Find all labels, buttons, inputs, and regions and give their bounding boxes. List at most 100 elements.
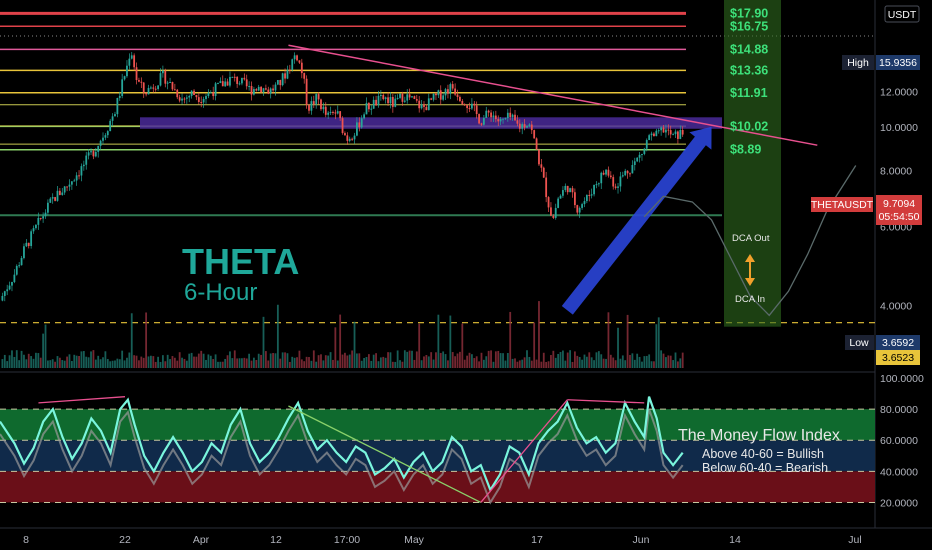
- volume-bar: [363, 358, 366, 368]
- candle-body: [545, 177, 548, 198]
- candle-body: [44, 212, 47, 217]
- candle-body: [660, 127, 663, 131]
- candle-body: [674, 131, 677, 135]
- candle-body: [286, 69, 289, 79]
- candle-body: [482, 118, 485, 125]
- volume-bar: [188, 353, 191, 368]
- candle-body: [341, 118, 344, 134]
- dca-level-label: $8.89: [730, 143, 761, 157]
- volume-bar: [336, 360, 339, 368]
- candle-body: [573, 192, 576, 206]
- volume-bar: [248, 353, 251, 368]
- volume-bar: [274, 353, 277, 368]
- candle-body: [626, 170, 629, 174]
- volume-bar: [150, 355, 152, 368]
- volume-bar: [432, 359, 435, 368]
- volume-bar: [276, 304, 279, 368]
- candle-body: [94, 151, 97, 157]
- volume-bar: [229, 351, 231, 368]
- volume-bar: [200, 350, 203, 368]
- volume-bar: [475, 356, 478, 368]
- candle-body: [13, 274, 16, 283]
- volume-bar: [329, 352, 332, 368]
- candle-body: [248, 86, 251, 88]
- candle-body: [391, 96, 394, 107]
- candle-body: [588, 194, 591, 196]
- volume-bar: [597, 351, 600, 368]
- volume-bar: [27, 353, 30, 368]
- candle-body: [188, 95, 191, 98]
- volume-bar: [356, 353, 358, 368]
- volume-bar: [396, 350, 399, 368]
- volume-bar: [636, 353, 639, 368]
- volume-bar: [142, 357, 145, 368]
- candle-body: [607, 169, 610, 176]
- candle-body: [669, 130, 672, 135]
- volume-bar: [221, 361, 224, 368]
- candle-body: [478, 114, 480, 124]
- candle-body: [461, 101, 464, 105]
- volume-bar: [530, 360, 533, 368]
- candle-body: [288, 69, 291, 71]
- volume-bar: [447, 360, 449, 368]
- candle-body: [554, 207, 557, 218]
- volume-bar: [593, 360, 595, 368]
- candle-body: [442, 95, 445, 100]
- candle-body: [389, 96, 392, 104]
- volume-bar: [80, 351, 83, 368]
- time-tick-label: Jul: [848, 534, 861, 546]
- volume-bar: [394, 361, 397, 368]
- candle-body: [516, 120, 519, 124]
- candle-body: [430, 98, 433, 100]
- candle-body: [413, 96, 416, 99]
- candle-body: [159, 73, 162, 86]
- volume-bar: [571, 361, 574, 368]
- time-tick-label: Apr: [193, 534, 210, 546]
- candle-body: [303, 73, 306, 79]
- volume-bar: [317, 355, 320, 368]
- candle-body: [269, 88, 272, 94]
- candle-body: [212, 92, 215, 97]
- last-price: 9.7094: [883, 198, 915, 210]
- volume-bar: [657, 317, 660, 368]
- volume-bar: [612, 357, 615, 368]
- candle-body: [231, 76, 234, 78]
- mfi-tick-label: 20.0000: [880, 497, 918, 509]
- volume-bar: [35, 352, 37, 368]
- volume-bar: [171, 356, 174, 368]
- volume-bar: [212, 359, 215, 368]
- volume-bar: [68, 354, 71, 368]
- candle-body: [322, 106, 325, 110]
- mfi-bearish-note: Below 60-40 = Bearish: [702, 461, 828, 475]
- volume-bar: [339, 314, 342, 368]
- candle-body: [85, 155, 88, 165]
- candle-body: [324, 106, 327, 115]
- volume-bar: [461, 323, 464, 368]
- candle-body: [403, 100, 406, 102]
- candle-body: [190, 90, 193, 96]
- volume-bar: [264, 351, 267, 368]
- candle-body: [492, 115, 495, 118]
- candle-body: [509, 112, 512, 118]
- candle-body: [624, 170, 627, 176]
- volume-bar: [514, 358, 516, 368]
- candle-body: [121, 79, 124, 97]
- candle-body: [576, 205, 579, 213]
- currency-button[interactable]: USDT: [884, 5, 920, 23]
- volume-bar: [617, 327, 619, 368]
- volume-bar: [650, 361, 653, 368]
- volume-bar: [20, 350, 23, 368]
- candle-body: [291, 59, 294, 70]
- candle-body: [377, 95, 380, 106]
- candle-body: [538, 149, 540, 165]
- volume-bar: [286, 353, 289, 368]
- volume-bar: [439, 352, 442, 368]
- ma-badge: 3.6523: [876, 350, 920, 365]
- low-label: Low: [849, 337, 869, 349]
- candle-body: [128, 58, 131, 66]
- volume-bar: [672, 360, 675, 368]
- candle-body: [209, 92, 212, 94]
- candle-body: [23, 246, 25, 259]
- volume-bar: [389, 352, 392, 368]
- volume-bar: [245, 358, 248, 368]
